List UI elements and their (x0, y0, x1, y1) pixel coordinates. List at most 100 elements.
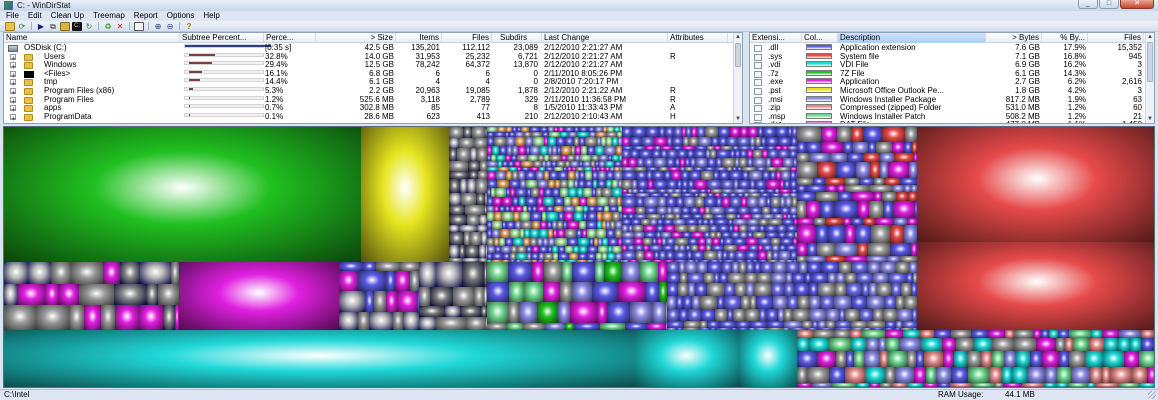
treemap-file-tile[interactable] (924, 351, 943, 367)
treemap-file-tile[interactable] (797, 338, 809, 351)
treemap-file-tile[interactable] (468, 161, 480, 171)
treemap-file-tile[interactable] (644, 197, 658, 207)
treemap-file-tile[interactable] (494, 212, 502, 221)
treemap-file-tile[interactable] (892, 185, 904, 192)
treemap-file-tile[interactable] (1033, 330, 1041, 338)
treemap-tile-7z[interactable] (4, 127, 361, 262)
treemap-file-tile[interactable] (890, 243, 911, 256)
treemap-file-tile[interactable] (492, 253, 503, 260)
treemap-file-tile[interactable] (622, 150, 630, 158)
treemap-file-tile[interactable] (643, 225, 656, 232)
treemap-file-tile[interactable] (762, 171, 770, 180)
treemap-file-tile[interactable] (936, 367, 951, 383)
treemap-file-tile[interactable] (419, 262, 436, 287)
treemap-file-tile[interactable] (797, 127, 821, 142)
scroll-up-icon[interactable]: ▲ (734, 33, 742, 41)
treemap-file-tile[interactable] (904, 185, 911, 192)
treemap-file-tile[interactable] (745, 251, 758, 260)
expand-icon[interactable]: + (10, 113, 16, 123)
treemap-file-tile[interactable] (820, 296, 834, 309)
treemap-file-tile[interactable] (681, 207, 690, 214)
treemap-file-tile[interactable] (830, 153, 847, 162)
treemap-file-tile[interactable] (618, 282, 645, 302)
treemap-file-tile[interactable] (1154, 338, 1155, 351)
treemap-file-tile[interactable] (868, 142, 876, 153)
treemap-file-tile[interactable] (139, 305, 163, 330)
treemap-file-tile[interactable] (779, 251, 790, 260)
treemap-file-tile[interactable] (419, 306, 445, 317)
treemap-file-tile[interactable] (558, 302, 570, 323)
treemap-file-tile[interactable] (1091, 330, 1102, 338)
treemap-file-tile[interactable] (1102, 367, 1110, 383)
treemap-file-tile[interactable] (386, 271, 395, 291)
treemap-file-tile[interactable] (565, 323, 574, 330)
treemap-file-tile[interactable] (988, 330, 1005, 338)
treemap-file-tile[interactable] (664, 225, 675, 232)
treemap-file-tile[interactable] (457, 148, 470, 161)
treemap-file-tile[interactable] (718, 225, 729, 232)
treemap-file-tile[interactable] (583, 188, 592, 197)
treemap-file-tile[interactable] (677, 150, 687, 158)
list-item[interactable]: .7z 7Z File 6.1 GB 14.3% 3 (750, 69, 1154, 79)
treemap-file-tile[interactable] (806, 142, 821, 153)
treemap-file-tile[interactable] (615, 253, 622, 260)
treemap-file-tile[interactable] (696, 158, 707, 167)
treemap-file-tile[interactable] (1016, 351, 1030, 367)
treemap-file-tile[interactable] (853, 142, 868, 153)
treemap-file-tile[interactable] (897, 309, 912, 321)
treemap-file-tile[interactable] (758, 251, 767, 260)
treemap-file-tile[interactable] (888, 273, 906, 283)
treemap-file-tile[interactable] (688, 283, 695, 296)
treemap-file-tile[interactable] (688, 225, 697, 232)
treemap-file-tile[interactable] (114, 284, 146, 305)
treemap-file-tile[interactable] (544, 262, 562, 282)
treemap-file-tile[interactable] (797, 243, 807, 256)
treemap-file-tile[interactable] (561, 146, 571, 155)
treemap-file-tile[interactable] (1057, 367, 1071, 383)
treemap-file-tile[interactable] (746, 283, 754, 296)
treemap-file-tile[interactable] (717, 296, 724, 309)
list-item[interactable]: .dat DAT File477.0 MB1.1%1,450 (750, 121, 1154, 123)
treemap-file-tile[interactable] (758, 238, 771, 245)
treemap-file-tile[interactable] (807, 262, 821, 273)
treemap-file-tile[interactable] (565, 137, 574, 146)
treemap-file-tile[interactable] (501, 246, 511, 253)
treemap-file-tile[interactable] (376, 262, 400, 271)
treemap-file-tile[interactable] (1154, 330, 1155, 338)
treemap-file-tile[interactable] (707, 180, 721, 189)
treemap-file-tile[interactable] (675, 225, 688, 232)
treemap-file-tile[interactable] (640, 262, 658, 282)
treemap-file-tile[interactable] (587, 253, 596, 260)
treemap-file-tile[interactable] (628, 158, 637, 167)
treemap-file-tile[interactable] (487, 323, 507, 330)
treemap-file-tile[interactable] (469, 171, 478, 179)
list-item[interactable]: .dll Application extension 7.6 GB 17.9% 15,3… (750, 43, 1154, 53)
treemap-file-tile[interactable] (870, 162, 880, 178)
treemap-file-tile[interactable] (608, 197, 617, 206)
treemap-file-tile[interactable] (1141, 338, 1154, 351)
treemap-file-tile[interactable] (806, 185, 826, 192)
treemap-file-tile[interactable] (51, 262, 71, 284)
treemap-file-tile[interactable] (560, 282, 572, 302)
list-item[interactable]: .msp Windows Installer Patch 508.2 MB 1.2% 2… (750, 112, 1154, 122)
treemap-file-tile[interactable] (652, 171, 664, 180)
treemap-file-tile[interactable] (555, 238, 567, 246)
treemap-file-tile[interactable] (645, 207, 657, 214)
treemap-file-tile[interactable] (687, 273, 704, 283)
treemap-file-tile[interactable] (873, 273, 888, 283)
menu-treemap[interactable]: Treemap (93, 11, 125, 21)
treemap-file-tile[interactable] (564, 197, 571, 206)
treemap-file-tile[interactable] (466, 317, 486, 330)
treemap-file-tile[interactable] (1030, 351, 1042, 367)
treemap-file-tile[interactable] (1139, 383, 1154, 387)
treemap-file-tile[interactable] (770, 207, 780, 214)
treemap-file-tile[interactable] (740, 127, 748, 137)
treemap-file-tile[interactable] (4, 262, 28, 284)
treemap-file-tile[interactable] (747, 225, 759, 232)
treemap-file-tile[interactable] (867, 321, 885, 328)
treemap-file-tile[interactable] (688, 238, 698, 245)
treemap-file-tile[interactable] (592, 282, 618, 302)
treemap-file-tile[interactable] (851, 262, 868, 273)
treemap-file-tile[interactable] (856, 162, 870, 178)
treemap-file-tile[interactable] (746, 262, 754, 273)
